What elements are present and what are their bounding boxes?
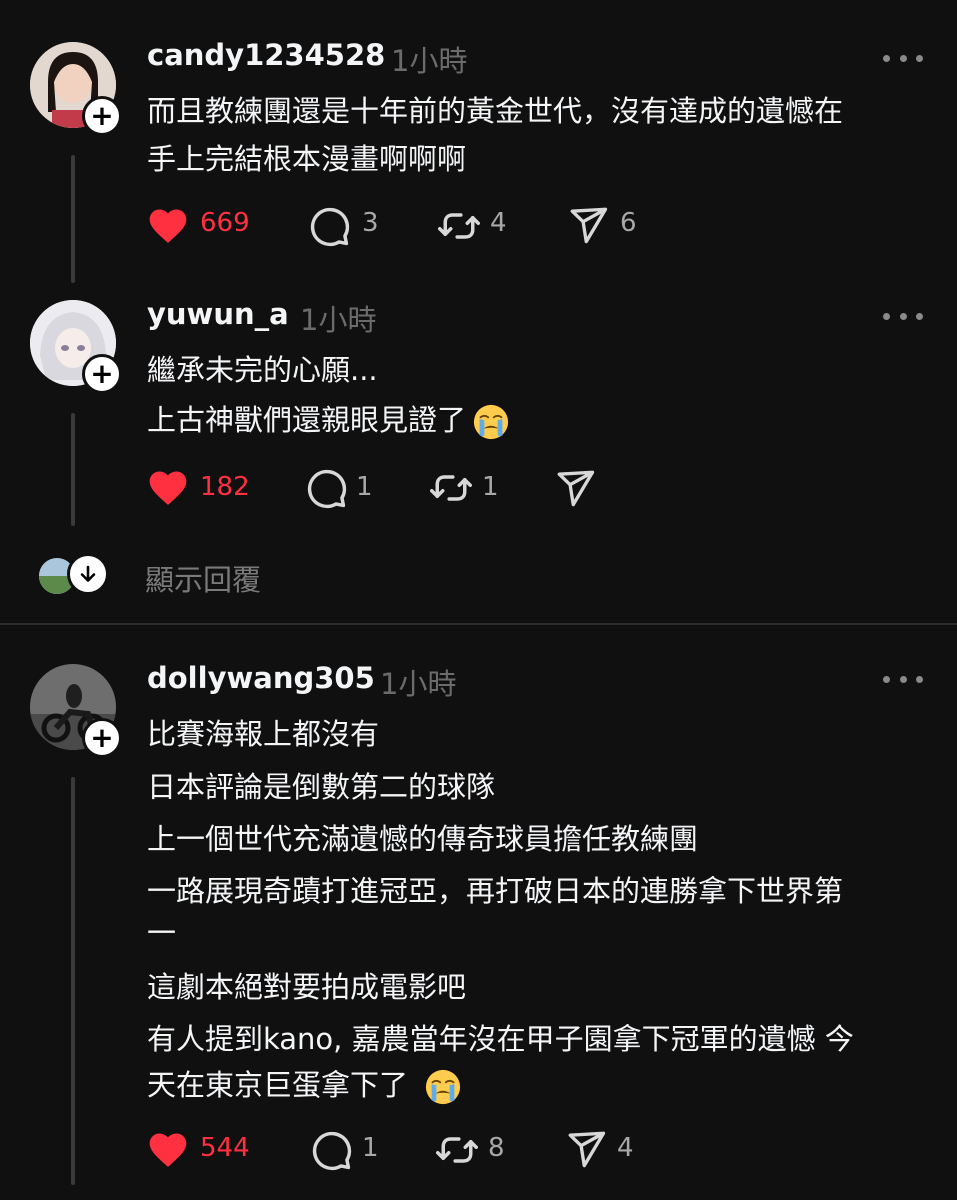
reply-icon[interactable] [304,466,348,510]
more-dots-icon[interactable] [883,48,923,68]
reply-count: 1 [356,472,373,502]
like-count: 544 [200,1133,250,1163]
repost-icon[interactable] [429,466,473,510]
like-count: 182 [200,472,250,502]
heart-icon[interactable] [146,204,190,248]
loudly-crying-face-emoji [472,403,510,441]
arrow-down-icon[interactable] [67,553,109,595]
thread-line [71,777,75,1185]
follow-plus-icon[interactable]: + [82,718,122,758]
reply-count: 1 [362,1133,379,1163]
repost-count: 1 [482,472,499,502]
follow-plus-icon[interactable]: + [82,354,122,394]
like-count: 669 [200,208,250,238]
username[interactable]: candy1234528 [147,38,385,72]
send-icon[interactable] [567,204,609,246]
repost-icon[interactable] [437,204,481,248]
comment-text-line: 繼承未完的心願... [147,353,378,387]
reply-icon[interactable] [309,1128,353,1172]
share-count: 4 [617,1133,634,1163]
comment-text-line: 比賽海報上都沒有 [147,717,380,751]
thread-line [71,155,75,283]
username[interactable]: yuwun_a [147,297,289,331]
repost-count: 8 [488,1133,505,1163]
comment-text-line: 而且教練團還是十年前的黃金世代，沒有達成的遺憾在 [147,94,844,128]
username[interactable]: dollywang305 [147,661,375,695]
comment-text-line: 這劇本絕對要拍成電影吧 [147,970,467,1004]
reply-icon[interactable] [307,204,351,248]
divider [0,623,957,625]
timestamp: 1小時 [391,44,468,78]
loudly-crying-face-emoji [424,1068,462,1106]
heart-icon[interactable] [146,1128,190,1172]
show-replies-link[interactable]: 顯示回覆 [145,557,261,599]
share-count: 6 [620,208,637,238]
thread-line [71,413,75,526]
comment-text-line: 一路展現奇蹟打進冠亞，再打破日本的連勝拿下世界第 [147,874,844,908]
repost-icon[interactable] [435,1128,479,1172]
send-icon[interactable] [554,467,596,509]
comment-text-line: 上一個世代充滿遺憾的傳奇球員擔任教練團 [147,822,699,856]
reply-count: 3 [362,208,379,238]
repost-count: 4 [490,208,507,238]
comment-text-line: 手上完結根本漫畫啊啊啊 [147,142,467,176]
comment-text-line: 天在東京巨蛋拿下了 [147,1062,462,1106]
comment-text-line: 上古神獸們還親眼見證了 [147,397,510,441]
timestamp: 1小時 [300,303,377,337]
timestamp: 1小時 [380,667,457,701]
comment-text-line: 有人提到kano, 嘉農當年沒在甲子園拿下冠軍的遺憾 今 [147,1022,854,1056]
send-icon[interactable] [565,1128,607,1170]
more-dots-icon[interactable] [883,306,923,326]
more-dots-icon[interactable] [883,669,923,689]
comment-text-line: 一 [147,916,177,950]
heart-icon[interactable] [146,466,190,510]
follow-plus-icon[interactable]: + [82,96,122,136]
comment-text-line: 日本評論是倒數第二的球隊 [147,770,496,804]
